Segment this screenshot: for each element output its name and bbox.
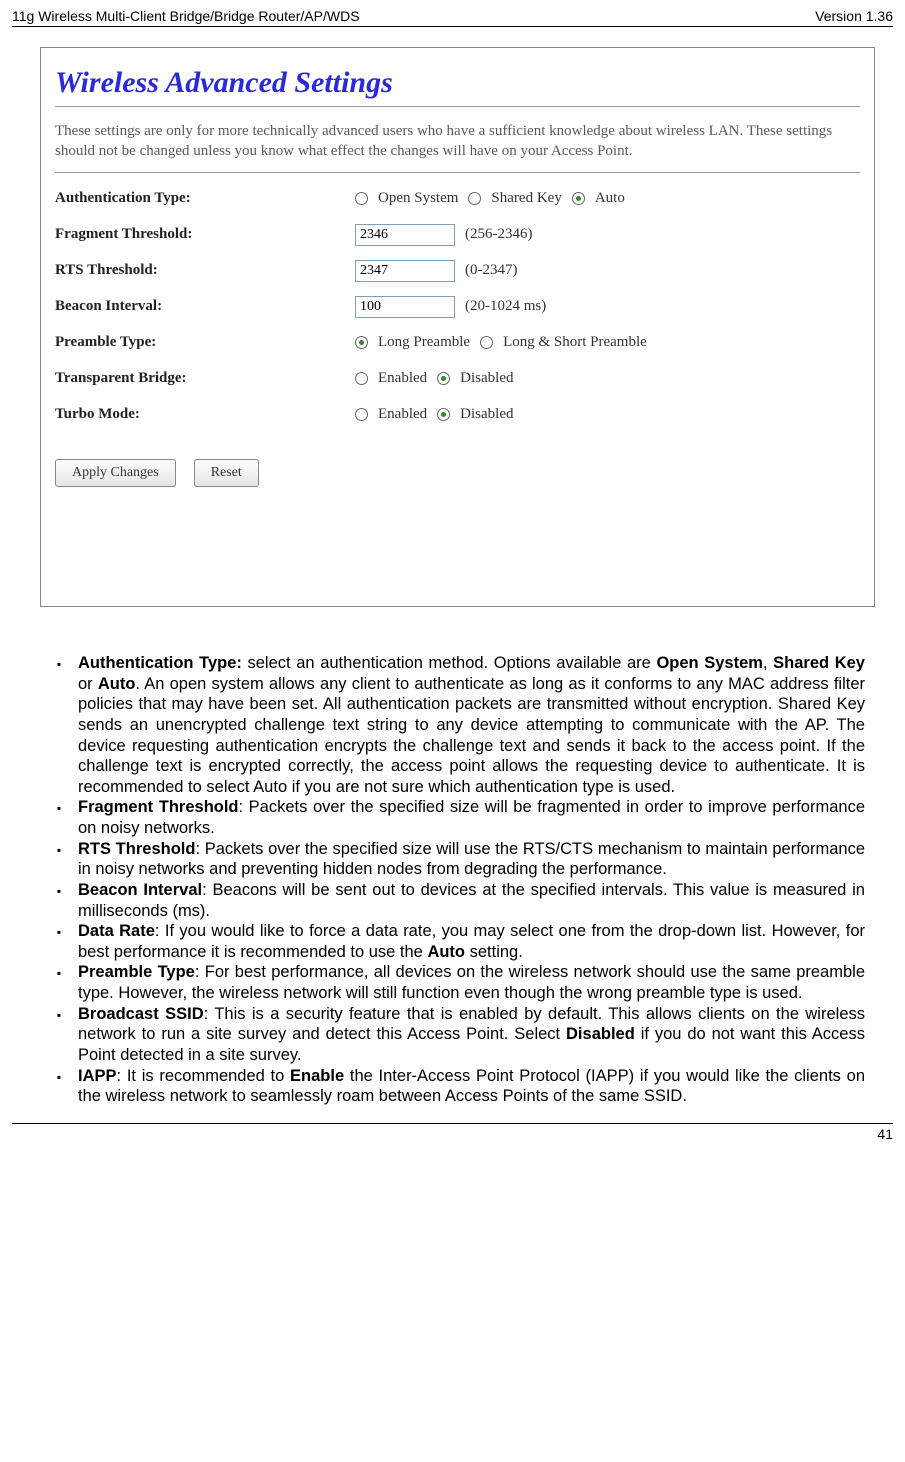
- page: 11g Wireless Multi-Client Bridge/Bridge …: [0, 0, 905, 1154]
- label-turbo: Turbo Mode:: [55, 406, 355, 423]
- opt-open-system: Open System: [378, 190, 458, 207]
- opt-auto: Auto: [595, 190, 625, 207]
- opt-long-short-preamble: Long & Short Preamble: [503, 334, 647, 351]
- bullet-icon: ▪: [40, 839, 78, 880]
- hint-fragment: (256-2346): [465, 226, 533, 243]
- opt-turbo-enabled: Enabled: [378, 406, 427, 423]
- label-beacon: Beacon Interval:: [55, 298, 355, 315]
- page-number: 41: [12, 1123, 893, 1142]
- radio-long-preamble[interactable]: [355, 336, 368, 349]
- lead-bcast: Broadcast SSID: [78, 1005, 204, 1023]
- opt-turbo-disabled: Disabled: [460, 406, 513, 423]
- opt-tbridge-enabled: Enabled: [378, 370, 427, 387]
- bullet-rts: ▪ RTS Threshold: Packets over the specif…: [40, 839, 865, 880]
- radio-auto[interactable]: [572, 192, 585, 205]
- bullet-bcast: ▪ Broadcast SSID: This is a security fea…: [40, 1004, 865, 1066]
- radio-turbo-disabled[interactable]: [437, 408, 450, 421]
- lead-rts: RTS Threshold: [78, 840, 195, 858]
- input-rts[interactable]: [355, 260, 455, 282]
- bullet-auth: ▪ Authentication Type: select an authent…: [40, 653, 865, 797]
- bullet-icon: ▪: [40, 962, 78, 1003]
- radio-tbridge-enabled[interactable]: [355, 372, 368, 385]
- label-tbridge: Transparent Bridge:: [55, 370, 355, 387]
- bullet-beacon: ▪ Beacon Interval: Beacons will be sent …: [40, 880, 865, 921]
- radio-open-system[interactable]: [355, 192, 368, 205]
- input-fragment[interactable]: [355, 224, 455, 246]
- bullet-icon: ▪: [40, 880, 78, 921]
- label-rts: RTS Threshold:: [55, 262, 355, 279]
- lead-frag: Fragment Threshold: [78, 798, 239, 816]
- opt-tbridge-disabled: Disabled: [460, 370, 513, 387]
- row-beacon: Beacon Interval: (20-1024 ms): [55, 291, 860, 323]
- lead-preamble: Preamble Type: [78, 963, 195, 981]
- lead-auth: Authentication Type:: [78, 654, 242, 672]
- bullet-frag: ▪ Fragment Threshold: Packets over the s…: [40, 797, 865, 838]
- bullet-icon: ▪: [40, 1004, 78, 1066]
- row-preamble: Preamble Type: Long Preamble Long & Shor…: [55, 327, 860, 359]
- reset-button[interactable]: Reset: [194, 459, 259, 487]
- bullet-icon: ▪: [40, 797, 78, 838]
- opt-shared-key: Shared Key: [491, 190, 561, 207]
- screenshot-title: Wireless Advanced Settings: [55, 62, 860, 107]
- bullet-icon: ▪: [40, 921, 78, 962]
- label-fragment: Fragment Threshold:: [55, 226, 355, 243]
- bullet-iapp: ▪ IAPP: It is recommended to Enable the …: [40, 1066, 865, 1107]
- hint-rts: (0-2347): [465, 262, 518, 279]
- row-transparent-bridge: Transparent Bridge: Enabled Disabled: [55, 363, 860, 395]
- header-right: Version 1.36: [815, 8, 893, 24]
- apply-button[interactable]: Apply Changes: [55, 459, 176, 487]
- row-turbo: Turbo Mode: Enabled Disabled: [55, 399, 860, 431]
- radio-long-short-preamble[interactable]: [480, 336, 493, 349]
- bullet-icon: ▪: [40, 653, 78, 797]
- screenshot-description: These settings are only for more technic…: [55, 121, 860, 173]
- input-beacon[interactable]: [355, 296, 455, 318]
- radio-shared-key[interactable]: [468, 192, 481, 205]
- lead-iapp: IAPP: [78, 1067, 117, 1085]
- bullet-rate: ▪ Data Rate: If you would like to force …: [40, 921, 865, 962]
- row-rts: RTS Threshold: (0-2347): [55, 255, 860, 287]
- label-preamble: Preamble Type:: [55, 334, 355, 351]
- radio-turbo-enabled[interactable]: [355, 408, 368, 421]
- opt-long-preamble: Long Preamble: [378, 334, 470, 351]
- hint-beacon: (20-1024 ms): [465, 298, 546, 315]
- lead-beacon: Beacon Interval: [78, 881, 202, 899]
- button-row: Apply Changes Reset: [55, 459, 860, 487]
- description-list: ▪ Authentication Type: select an authent…: [40, 653, 865, 1107]
- lead-rate: Data Rate: [78, 922, 155, 940]
- header-left: 11g Wireless Multi-Client Bridge/Bridge …: [12, 8, 360, 24]
- radio-tbridge-disabled[interactable]: [437, 372, 450, 385]
- bullet-icon: ▪: [40, 1066, 78, 1107]
- settings-screenshot: Wireless Advanced Settings These setting…: [40, 47, 875, 607]
- row-auth-type: Authentication Type: Open System Shared …: [55, 183, 860, 215]
- label-auth-type: Authentication Type:: [55, 190, 355, 207]
- bullet-preamble: ▪ Preamble Type: For best performance, a…: [40, 962, 865, 1003]
- page-header: 11g Wireless Multi-Client Bridge/Bridge …: [12, 8, 893, 27]
- row-fragment: Fragment Threshold: (256-2346): [55, 219, 860, 251]
